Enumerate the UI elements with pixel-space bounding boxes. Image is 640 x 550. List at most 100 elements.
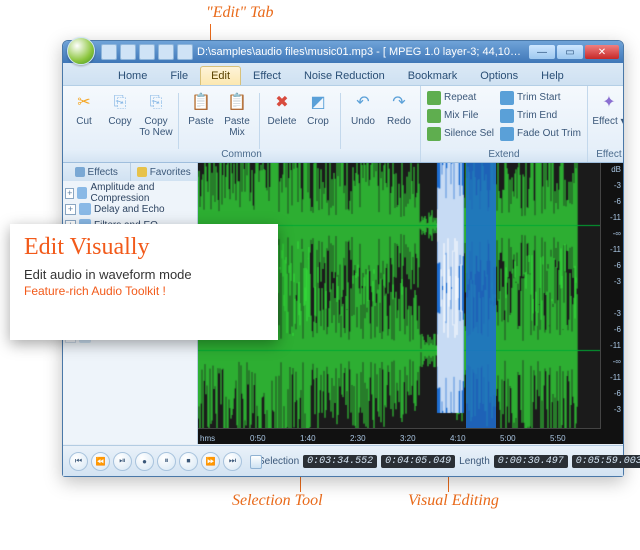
copy-button[interactable]: ⎘Copy	[103, 89, 137, 128]
silence-sel-icon	[427, 127, 441, 141]
db-tick: -3	[614, 405, 621, 414]
paste-icon: 📋	[189, 91, 213, 115]
paste-mix-button[interactable]: 📋Paste Mix	[220, 89, 254, 138]
sidebar-tab-effects[interactable]: Effects	[63, 163, 131, 181]
folder-icon	[77, 187, 87, 199]
undo-button[interactable]: ↶ Undo	[346, 89, 380, 128]
group-label-common: Common	[63, 149, 420, 162]
selection-label: Selection	[258, 456, 299, 467]
db-tick: -3	[614, 181, 621, 190]
copy-to-new-button[interactable]: ⎘Copy To New	[139, 89, 173, 138]
transport-button-3[interactable]: ●	[135, 452, 154, 471]
qat-play-icon[interactable]	[177, 44, 193, 60]
sidebar-tab-favorites[interactable]: Favorites	[131, 163, 198, 181]
transport-button-4[interactable]: ⏸	[157, 452, 176, 471]
db-tick: -6	[614, 197, 621, 206]
effect-button[interactable]: ✦Effect ▾	[592, 89, 623, 128]
paste-button[interactable]: 📋 Paste	[184, 89, 218, 128]
time-tick: 5:00	[500, 434, 516, 443]
qat-save-icon[interactable]	[120, 44, 136, 60]
time-scale: hms0:501:402:303:204:105:005:50	[198, 428, 601, 444]
trim-end-button[interactable]: Trim End	[498, 107, 583, 124]
callout-title: Edit Visually	[24, 234, 264, 261]
callout-line-3: Feature-rich Audio Toolkit !	[24, 284, 264, 298]
trim-start-icon	[500, 91, 514, 105]
tab-options[interactable]: Options	[469, 66, 529, 85]
repeat-icon	[427, 91, 441, 105]
db-tick: -∞	[613, 357, 621, 366]
titlebar[interactable]: D:\samples\audio files\music01.mp3 - [ M…	[63, 41, 623, 63]
copy-to-new-label: Copy To New	[139, 117, 173, 138]
trim-start-label: Trim Start	[517, 92, 561, 103]
qat-undo-icon[interactable]	[139, 44, 155, 60]
cut-button[interactable]: ✂Cut	[67, 89, 101, 128]
window-minimize-button[interactable]: —	[529, 45, 555, 59]
qat-redo-icon[interactable]	[158, 44, 174, 60]
tab-bookmark[interactable]: Bookmark	[397, 66, 469, 85]
tree-item-label: Amplitude and Compression	[90, 182, 195, 204]
tab-noise-reduction[interactable]: Noise Reduction	[293, 66, 396, 85]
repeat-label: Repeat	[444, 92, 476, 103]
transport-button-5[interactable]: ⏹	[179, 452, 198, 471]
window-close-button[interactable]: ✕	[585, 45, 619, 59]
transport-button-7[interactable]: ⏭	[223, 452, 242, 471]
delete-icon: ✖	[270, 91, 294, 115]
slider-knob[interactable]	[250, 455, 262, 469]
tab-edit[interactable]: Edit	[200, 66, 241, 85]
tree-item[interactable]: + Amplitude and Compression	[65, 185, 195, 201]
db-tick: -11	[610, 341, 621, 350]
selection-region[interactable]	[466, 163, 496, 429]
time-tick: 1:40	[300, 434, 316, 443]
paste-label: Paste	[188, 117, 214, 128]
paste-mix-label: Paste Mix	[220, 117, 254, 138]
transport-button-1[interactable]: ⏪	[91, 452, 110, 471]
effects-icon	[75, 167, 85, 177]
crop-button[interactable]: ◩Crop	[301, 89, 335, 128]
trim-end-icon	[500, 109, 514, 123]
undo-label: Undo	[351, 117, 375, 128]
db-tick: -11	[610, 213, 621, 222]
fade-out-trim-button[interactable]: Fade Out Trim	[498, 125, 583, 142]
undo-icon: ↶	[351, 91, 375, 115]
db-tick: -∞	[613, 229, 621, 238]
silence-sel-button[interactable]: Silence Sel	[425, 125, 496, 142]
tab-file[interactable]: File	[159, 66, 199, 85]
crop-icon: ◩	[306, 91, 330, 115]
qat-open-icon[interactable]	[101, 44, 117, 60]
db-tick: dB	[611, 165, 621, 174]
group-label-extend: Extend	[421, 149, 587, 162]
tab-home[interactable]: Home	[107, 66, 158, 85]
tab-help[interactable]: Help	[530, 66, 575, 85]
folder-icon	[79, 203, 91, 215]
fade-out-trim-icon	[500, 127, 514, 141]
tree-item-label: Delay and Echo	[94, 204, 165, 215]
mix-file-button[interactable]: Mix File	[425, 107, 496, 124]
db-tick: -11	[610, 373, 621, 382]
copy-icon: ⎘	[108, 91, 132, 115]
window-maximize-button[interactable]: ▭	[557, 45, 583, 59]
annotation-visual-editing: Visual Editing	[408, 492, 499, 510]
redo-button[interactable]: ↷Redo	[382, 89, 416, 128]
db-tick: -3	[614, 277, 621, 286]
time-tick: 4:10	[450, 434, 466, 443]
paste-mix-icon: 📋	[225, 91, 249, 115]
time-tick: 2:30	[350, 434, 366, 443]
effect-icon: ✦	[597, 91, 621, 115]
app-orb-icon[interactable]	[67, 37, 95, 65]
expand-icon[interactable]: +	[65, 188, 74, 199]
db-tick: -11	[610, 245, 621, 254]
trim-start-button[interactable]: Trim Start	[498, 89, 583, 106]
delete-button[interactable]: ✖ Delete	[265, 89, 299, 128]
trim-end-label: Trim End	[517, 110, 557, 121]
transport-button-0[interactable]: ⏮	[69, 452, 88, 471]
repeat-button[interactable]: Repeat	[425, 89, 496, 106]
db-tick: -6	[614, 389, 621, 398]
delete-label: Delete	[268, 117, 297, 128]
transport-button-2[interactable]: ⏯	[113, 452, 132, 471]
time-tick: 3:20	[400, 434, 416, 443]
ribbon: ✂Cut⎘Copy⎘Copy To New📋Paste📋Paste Mix✖De…	[63, 85, 623, 163]
transport-button-6[interactable]: ⏩	[201, 452, 220, 471]
readout-sel-end: 0:04:05.049	[381, 455, 455, 468]
expand-icon[interactable]: +	[65, 204, 76, 215]
tab-effect[interactable]: Effect	[242, 66, 292, 85]
